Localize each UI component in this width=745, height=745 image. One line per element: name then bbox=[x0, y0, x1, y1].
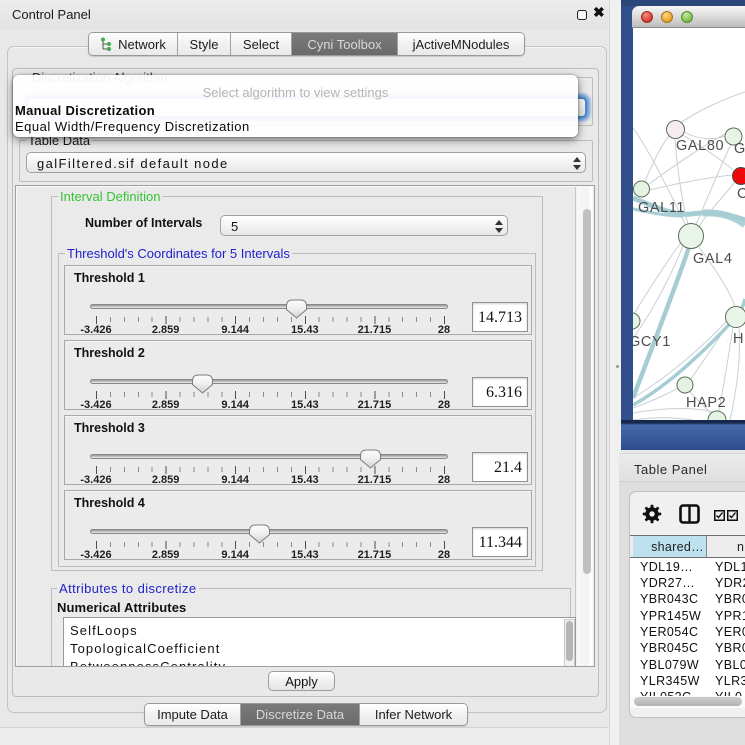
svg-text:GCY1: GCY1 bbox=[633, 334, 671, 350]
svg-text:H: H bbox=[733, 331, 744, 347]
svg-text:GA: GA bbox=[734, 141, 745, 157]
svg-text:GAL4: GAL4 bbox=[693, 251, 732, 267]
svg-text:GAL80: GAL80 bbox=[676, 138, 724, 154]
svg-text:GAL11: GAL11 bbox=[638, 200, 685, 216]
svg-text:C: C bbox=[737, 186, 745, 202]
svg-text:HAP2: HAP2 bbox=[686, 395, 726, 411]
